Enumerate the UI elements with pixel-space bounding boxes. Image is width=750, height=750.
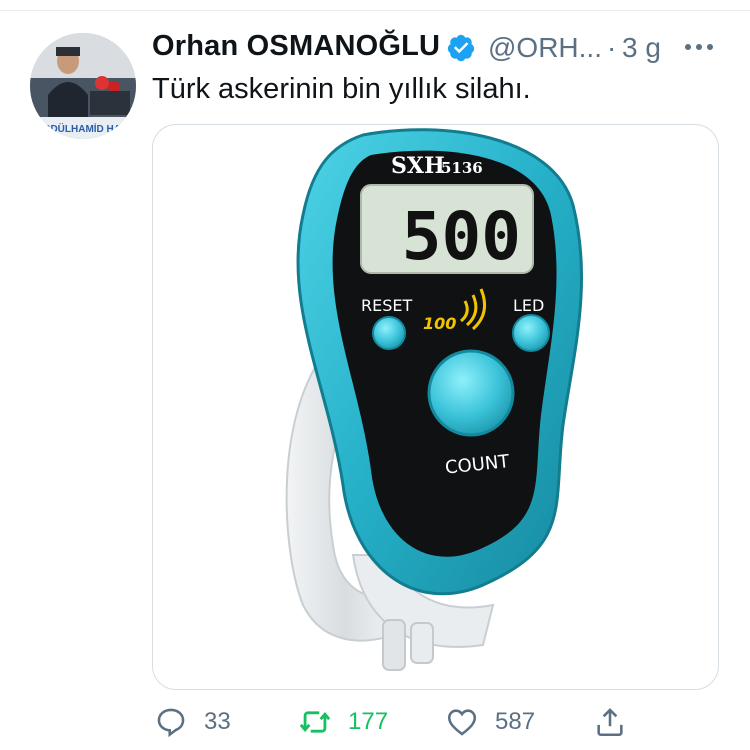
share-icon <box>597 708 623 737</box>
count-button <box>427 349 515 437</box>
like-button[interactable]: 587 <box>445 700 535 744</box>
user-handle[interactable]: @ORH... <box>488 32 602 64</box>
reply-button[interactable]: 33 <box>154 700 231 744</box>
verified-badge-icon <box>447 34 475 62</box>
svg-text:ABDÜLHAMİD HA: ABDÜLHAMİD HA <box>36 122 121 135</box>
like-count: 587 <box>495 708 536 735</box>
led-label: LED <box>513 296 544 315</box>
tweet-media-image[interactable]: SXH 5136 500 RESET LED 100 COUNT <box>152 124 719 690</box>
top-divider <box>0 0 750 11</box>
avatar[interactable]: ABDÜLHAMİD HA <box>30 33 136 139</box>
svg-text:SXH: SXH <box>391 153 445 179</box>
timestamp[interactable]: 3 g <box>622 32 661 64</box>
reply-count: 33 <box>204 708 231 735</box>
reset-button <box>372 316 406 350</box>
retweet-button[interactable]: 177 <box>298 700 388 744</box>
sound-label: 100 <box>423 314 456 333</box>
counter-display-value: 500 <box>402 198 521 275</box>
reset-label: RESET <box>361 296 412 315</box>
retweet-icon <box>299 711 331 733</box>
tweet-text: Türk askerinin bin yıllık silahı. <box>152 73 531 105</box>
svg-text:5136: 5136 <box>441 159 483 177</box>
tweet-actions: 33 177 587 <box>0 700 750 744</box>
separator-dot: · <box>607 32 617 63</box>
retweet-count: 177 <box>348 708 389 735</box>
heart-icon <box>447 709 477 736</box>
led-button <box>512 314 550 352</box>
display-name[interactable]: Orhan OSMANOĞLU <box>152 30 440 63</box>
more-options-icon[interactable] <box>683 33 715 61</box>
reply-icon <box>157 708 185 738</box>
share-button[interactable] <box>593 700 643 744</box>
